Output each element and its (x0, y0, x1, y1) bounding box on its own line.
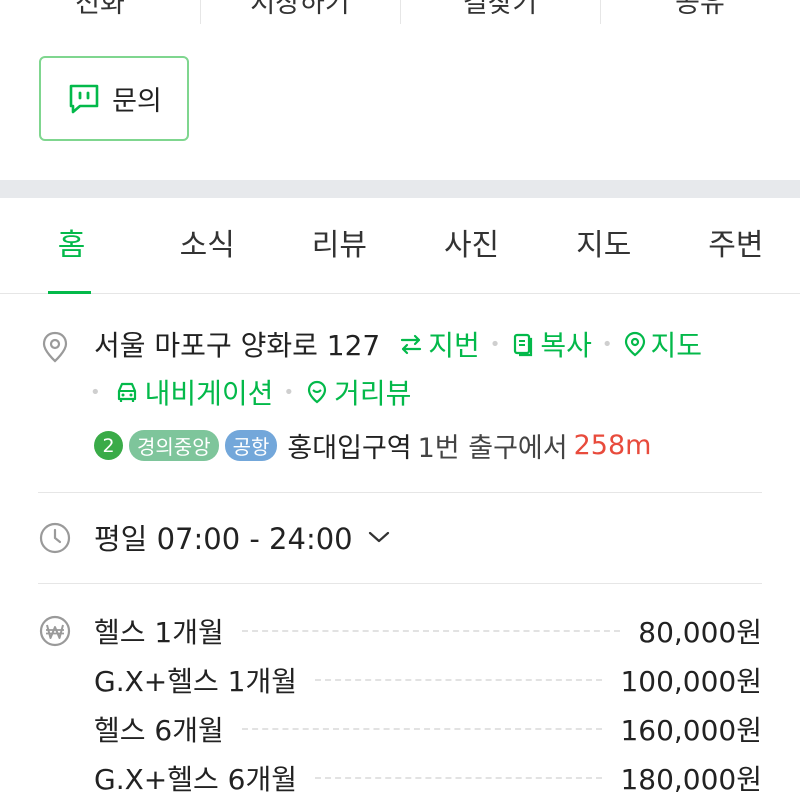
chevron-down-icon (368, 531, 389, 543)
chat-icon (69, 84, 99, 113)
dotted-leader (315, 679, 603, 681)
divider (38, 583, 762, 584)
clock-icon (39, 522, 71, 554)
navigation-link[interactable]: 내비게이션 (113, 372, 274, 412)
copy-link[interactable]: 복사 (510, 324, 592, 364)
copy-label: 복사 (540, 329, 592, 362)
subway-info: 2 경의중앙 공항 홍대입구역 1번 출구에서 258m (94, 426, 651, 465)
gyeongui-badge: 경의중앙 (129, 430, 219, 461)
tab-photos[interactable]: 사진 (403, 198, 535, 293)
inquiry-label: 문의 (112, 86, 162, 117)
price-row: 헬스 1개월 80,000원 (94, 611, 762, 651)
price-item-price: 160,000원 (620, 714, 762, 747)
station-distance: 258m (573, 430, 652, 461)
action-row: 전화 저장하기 길찾기 공유 (0, 0, 800, 28)
map-link[interactable]: 지도 (623, 324, 703, 364)
separator-dot: • (283, 381, 295, 403)
share-button[interactable]: 공유 (600, 0, 800, 28)
address-text: 서울 마포구 양화로 127 (94, 329, 381, 362)
price-row: 헬스 6개월 160,000원 (94, 709, 762, 749)
directions-button[interactable]: 길찾기 (400, 0, 600, 28)
price-item-price: 100,000원 (620, 665, 762, 698)
station-exit: 1번 출구에서 (417, 433, 568, 464)
separator-dot: • (601, 333, 613, 355)
price-item-name: 헬스 6개월 (94, 714, 224, 747)
airport-badge: 공항 (224, 430, 278, 461)
jibun-link[interactable]: 지번 (398, 324, 480, 364)
address-line: 서울 마포구 양화로 127 지번 • 복사 • 지도 (94, 324, 702, 364)
tab-news[interactable]: 소식 (139, 198, 271, 293)
divider (38, 492, 762, 493)
inquiry-button[interactable]: 문의 (39, 56, 189, 141)
streetview-link[interactable]: 거리뷰 (304, 372, 411, 412)
map-label: 지도 (650, 329, 703, 362)
separator-dot: • (90, 381, 101, 403)
hours-text: 평일 07:00 - 24:00 (94, 522, 353, 556)
dotted-leader (315, 777, 603, 779)
tab-nearby[interactable]: 주변 (668, 198, 800, 293)
save-button[interactable]: 저장하기 (200, 0, 400, 28)
station-name: 홍대입구역 (287, 433, 412, 464)
line-2-badge: 2 (94, 431, 123, 460)
address-line-2: • 내비게이션 • 거리뷰 (90, 372, 411, 412)
price-item-name: G.X+헬스 6개월 (94, 763, 297, 796)
tab-bar: 홈 소식 리뷰 사진 지도 주변 (0, 198, 800, 294)
streetview-icon (307, 380, 327, 404)
dotted-leader (241, 728, 603, 730)
price-item-name: G.X+헬스 1개월 (94, 665, 297, 698)
jibun-label: 지번 (428, 329, 480, 362)
tab-home[interactable]: 홈 (0, 198, 139, 294)
section-gap (0, 180, 800, 198)
price-row: G.X+헬스 6개월 180,000원 (94, 758, 762, 798)
tab-reviews[interactable]: 리뷰 (271, 198, 403, 293)
dotted-leader (241, 630, 621, 632)
map-pin-icon (624, 331, 645, 357)
streetview-label: 거리뷰 (334, 377, 412, 410)
price-row: G.X+헬스 1개월 100,000원 (94, 660, 762, 700)
won-icon (39, 615, 71, 647)
swap-icon (401, 334, 422, 355)
price-item-price: 80,000원 (638, 616, 762, 649)
separator-dot: • (489, 333, 501, 355)
hours-toggle[interactable]: 평일 07:00 - 24:00 (94, 516, 391, 558)
tab-map[interactable]: 지도 (536, 198, 668, 293)
navigation-label: 내비게이션 (144, 377, 274, 410)
copy-icon (514, 333, 533, 357)
call-button[interactable]: 전화 (0, 0, 200, 28)
car-icon (117, 382, 136, 402)
location-pin-icon (42, 331, 68, 363)
price-item-price: 180,000원 (620, 763, 762, 796)
price-item-name: 헬스 1개월 (94, 616, 224, 649)
